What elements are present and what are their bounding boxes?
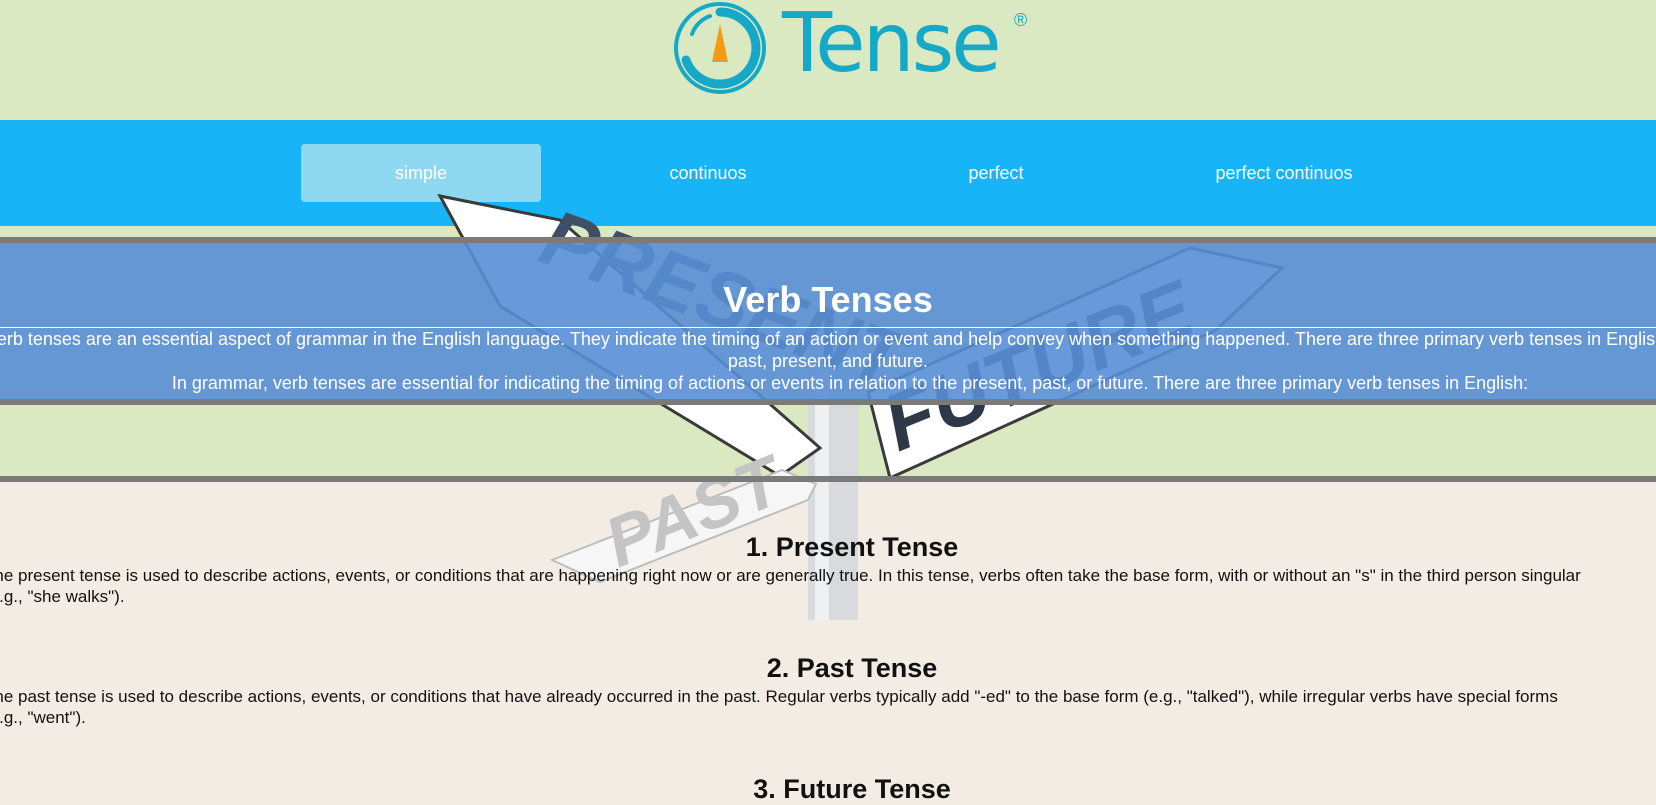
logo-mark-icon (674, 2, 766, 94)
section-body-present: The present tense is used to describe ac… (0, 565, 1656, 607)
logo-wordmark: Tense (782, 0, 1002, 91)
nav-item-continuos[interactable]: continuos (588, 144, 828, 202)
section-heading-present: 1. Present Tense (745, 532, 959, 562)
nav-item-perfect-continuos[interactable]: perfect continuos (1164, 144, 1404, 202)
section-body-present-line1: The present tense is used to describe ac… (0, 566, 1581, 585)
section-body-past-line1: The past tense is used to describe actio… (0, 687, 1558, 706)
nav-item-simple[interactable]: simple (301, 144, 541, 202)
section-body-past: The past tense is used to describe actio… (0, 686, 1656, 728)
registered-mark: ® (1014, 10, 1028, 30)
hero-band: Verb Tenses Verb tenses are an essential… (0, 237, 1656, 405)
logo[interactable]: Tense ® (672, 0, 1032, 100)
nav-item-perfect[interactable]: perfect (876, 144, 1116, 202)
section-body-present-line2: (e.g., "she walks"). (0, 587, 125, 606)
main-nav: simple continuos perfect perfect continu… (0, 120, 1656, 226)
section-body-past-line2: (e.g., "went"). (0, 708, 86, 727)
header: Tense ® (0, 0, 1656, 120)
hero-summary-paragraph: In grammar, verb tenses are essential fo… (171, 373, 1529, 393)
section-divider (0, 476, 1656, 482)
section-heading-future: 3. Future Tense (753, 774, 951, 804)
hero-intro-paragraph: Verb tenses are an essential aspect of g… (0, 329, 1656, 371)
page-title: Verb Tenses (723, 279, 933, 320)
section-heading-past: 2. Past Tense (766, 653, 938, 683)
